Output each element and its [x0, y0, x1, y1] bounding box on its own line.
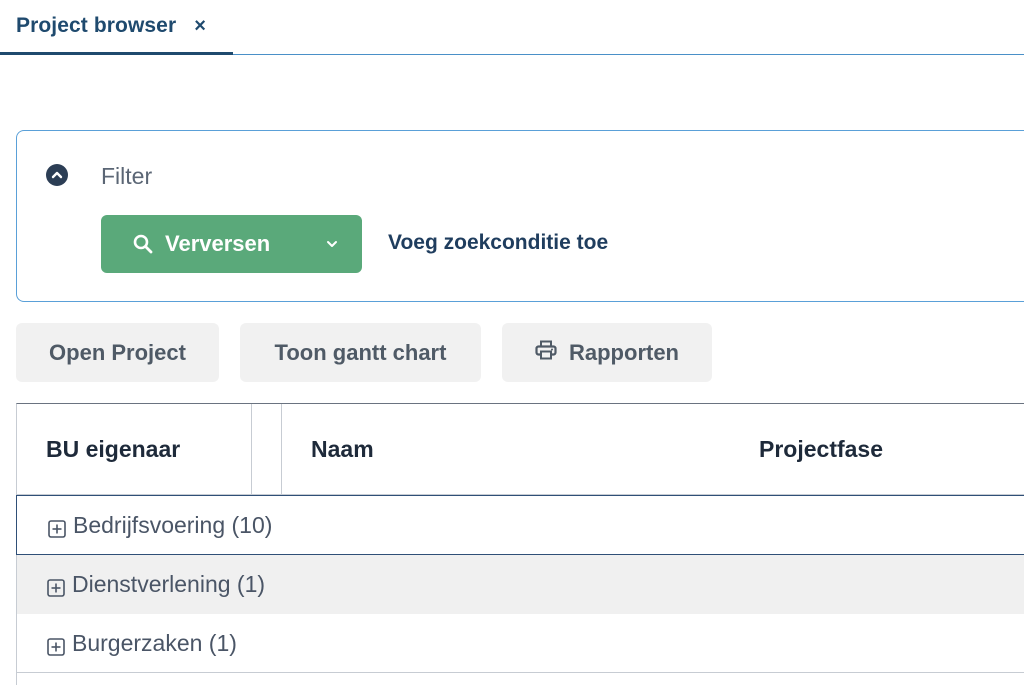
column-header-label: Naam [311, 436, 374, 462]
project-grid: BU eigenaar Naam Projectfase Bedrijfsvoe… [16, 403, 1024, 685]
grid-header: BU eigenaar Naam Projectfase [17, 404, 1024, 495]
tab-bar: Project browser × [0, 0, 1024, 55]
column-header-name[interactable]: Naam [282, 404, 742, 494]
open-project-button[interactable]: Open Project [16, 323, 219, 382]
gantt-chart-button[interactable]: Toon gantt chart [240, 323, 481, 382]
refresh-label: Verversen [165, 231, 271, 256]
column-header-bu-owner[interactable]: BU eigenaar [17, 404, 252, 494]
add-condition-link[interactable]: Voeg zoekconditie toe [388, 231, 608, 255]
gantt-chart-label: Toon gantt chart [274, 339, 447, 365]
open-project-label: Open Project [49, 339, 186, 365]
group-row[interactable]: Dienstverlening (1) [17, 555, 1024, 614]
group-label: Bedrijfsvoering (10) [73, 512, 273, 538]
group-label: Burgerzaken (1) [72, 630, 237, 656]
group-row[interactable]: Burgerzaken (1) [17, 614, 1024, 673]
expand-plus-icon[interactable] [48, 517, 66, 544]
column-header-project-phase[interactable]: Projectfase [742, 404, 1024, 494]
expand-plus-icon[interactable] [47, 635, 65, 662]
chevron-up-icon[interactable] [46, 164, 68, 186]
tab-project-browser[interactable]: Project browser × [0, 0, 233, 55]
column-header-spacer [252, 404, 282, 494]
group-label: Dienstverlening (1) [72, 571, 266, 597]
refresh-button[interactable]: Verversen [101, 215, 362, 273]
column-header-label: Projectfase [759, 436, 884, 462]
expand-plus-icon[interactable] [47, 576, 65, 603]
reports-label: Rapporten [569, 339, 679, 365]
column-header-label: BU eigenaar [46, 436, 181, 462]
printer-icon [535, 340, 557, 366]
group-row[interactable]: Bedrijfsvoering (10) [16, 495, 1024, 555]
filter-title: Filter [101, 163, 153, 189]
chevron-down-icon[interactable] [325, 237, 339, 256]
filter-panel: Filter Verversen Voeg zoekconditie toe [16, 130, 1024, 302]
tab-label: Project browser [16, 14, 177, 37]
close-icon[interactable]: × [194, 15, 206, 38]
search-icon [133, 234, 153, 259]
reports-button[interactable]: Rapporten [502, 323, 712, 382]
